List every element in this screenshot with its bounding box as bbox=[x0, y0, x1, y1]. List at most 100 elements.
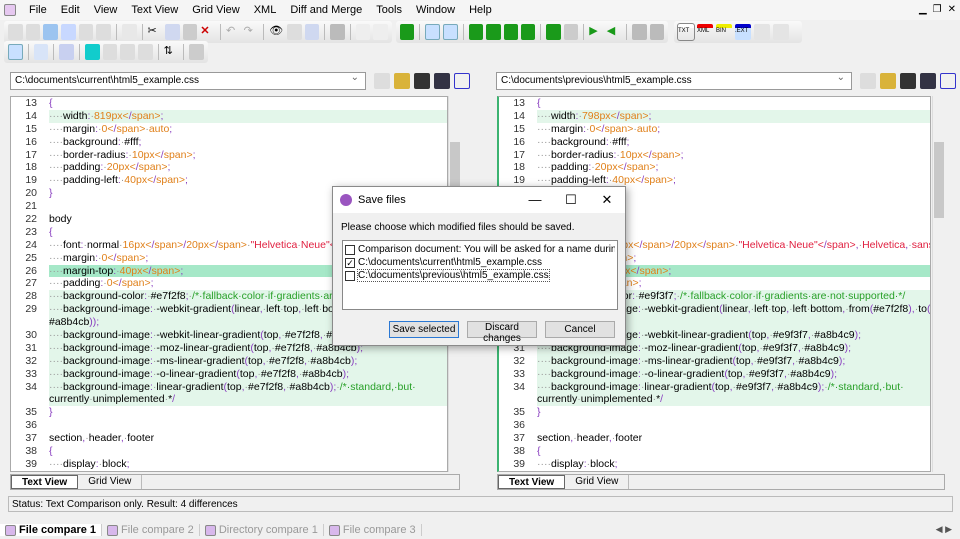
line-number: 39 bbox=[513, 457, 525, 470]
line-number: 33 bbox=[513, 367, 525, 380]
edit-icon[interactable] bbox=[355, 24, 371, 40]
file-list-item[interactable]: C:\documents\previous\html5_example.css bbox=[345, 269, 615, 282]
cut-icon[interactable]: ✂ bbox=[147, 24, 162, 40]
tab-grid-view-right[interactable]: Grid View bbox=[565, 475, 630, 489]
new-binary-compare-icon[interactable] bbox=[78, 24, 94, 40]
right-save-as-icon[interactable] bbox=[920, 73, 936, 89]
menu-edit[interactable]: Edit bbox=[54, 4, 87, 16]
menu-window[interactable]: Window bbox=[409, 4, 462, 16]
redo-icon[interactable]: ↷ bbox=[244, 24, 259, 40]
doc-tab[interactable]: File compare 1 bbox=[0, 524, 103, 536]
tab-text-view-right[interactable]: Text View bbox=[498, 475, 566, 489]
undo-icon[interactable]: ↶ bbox=[226, 24, 241, 40]
file-checkbox[interactable] bbox=[345, 270, 355, 281]
format-xml-button[interactable]: XML bbox=[697, 24, 713, 40]
right-path-field[interactable]: C:\documents\previous\html5_example.css bbox=[496, 72, 852, 90]
dialog-minimize-icon[interactable]: — bbox=[517, 192, 553, 208]
menu-xml[interactable]: XML bbox=[247, 4, 284, 16]
line-text: { bbox=[537, 97, 541, 109]
expand-icon[interactable] bbox=[546, 24, 561, 40]
doc-tab[interactable]: Directory compare 1 bbox=[200, 524, 324, 536]
find-next-icon[interactable] bbox=[286, 24, 302, 40]
right-browse-icon[interactable] bbox=[880, 73, 896, 89]
format-bin-button[interactable]: BIN bbox=[716, 24, 732, 40]
line-number: 36 bbox=[513, 419, 525, 432]
next-diff-icon[interactable] bbox=[468, 24, 484, 40]
right-scrollbar[interactable] bbox=[932, 96, 944, 472]
find-icon[interactable]: 👁 bbox=[269, 24, 284, 40]
restore-icon[interactable]: ❐ bbox=[933, 4, 942, 15]
prev-bookmark-icon[interactable] bbox=[120, 44, 136, 60]
new-compare-icon[interactable] bbox=[8, 24, 23, 40]
menu-help[interactable]: Help bbox=[462, 4, 499, 16]
new-3way-compare-icon[interactable] bbox=[96, 24, 111, 40]
save-selected-button[interactable]: Save selected bbox=[389, 321, 459, 338]
quick-compare-icon[interactable] bbox=[754, 24, 770, 40]
collapse-icon[interactable] bbox=[563, 24, 579, 40]
minimize-icon[interactable]: ▁ bbox=[919, 4, 927, 15]
print-icon[interactable] bbox=[330, 24, 345, 40]
left-reload-icon[interactable] bbox=[454, 73, 470, 89]
options-icon[interactable] bbox=[189, 44, 204, 60]
paste-icon[interactable] bbox=[121, 24, 137, 40]
document-icon[interactable] bbox=[33, 44, 49, 60]
right-open-icon[interactable] bbox=[860, 73, 876, 89]
format-ext-button[interactable]: .EXT bbox=[735, 24, 751, 40]
code-line: currently·unimplemented·*/ bbox=[499, 393, 930, 407]
file-list-item[interactable]: ✓ C:\documents\current\html5_example.css bbox=[345, 256, 615, 269]
file-checkbox[interactable] bbox=[345, 244, 355, 255]
swap-icon[interactable]: ⇅ bbox=[164, 44, 179, 60]
merge-icon[interactable] bbox=[632, 24, 647, 40]
new-xml-compare-icon[interactable] bbox=[43, 24, 58, 40]
start-compare-icon[interactable] bbox=[400, 24, 415, 40]
merge2-icon[interactable] bbox=[649, 24, 664, 40]
replace-icon[interactable] bbox=[304, 24, 320, 40]
edit2-icon[interactable] bbox=[373, 24, 388, 40]
sync-scroll-icon[interactable] bbox=[8, 44, 23, 60]
left-path-field[interactable]: C:\documents\current\html5_example.css bbox=[10, 72, 366, 90]
menu-view[interactable]: View bbox=[87, 4, 125, 16]
menu-file[interactable]: File bbox=[22, 4, 54, 16]
left-open-icon[interactable] bbox=[374, 73, 390, 89]
next-bookmark-icon[interactable] bbox=[102, 44, 118, 60]
copy-left-icon[interactable]: ◀ bbox=[607, 24, 621, 40]
delete-icon[interactable]: ✕ bbox=[200, 24, 215, 40]
copy-icon[interactable] bbox=[165, 24, 180, 40]
menu-grid-view[interactable]: Grid View bbox=[185, 4, 246, 16]
prev-diff-icon[interactable] bbox=[486, 24, 501, 40]
discard-changes-button[interactable]: Discard changes bbox=[467, 321, 537, 344]
doc-tab[interactable]: File compare 3 bbox=[324, 524, 422, 536]
menu-text-view[interactable]: Text View bbox=[124, 4, 185, 16]
line-text: ····border-radius:·10px</span>; bbox=[537, 148, 684, 161]
new-dir-compare-icon[interactable] bbox=[25, 24, 41, 40]
doc-tab[interactable]: File compare 2 bbox=[102, 524, 200, 536]
format-txt-button[interactable]: TXT bbox=[677, 23, 695, 41]
menu-diff-and-merge[interactable]: Diff and Merge bbox=[283, 4, 369, 16]
rules-icon[interactable] bbox=[773, 24, 789, 40]
layout-horizontal-icon[interactable] bbox=[425, 24, 441, 40]
dialog-maximize-icon[interactable]: ☐ bbox=[553, 192, 589, 208]
file-checkbox[interactable]: ✓ bbox=[345, 257, 355, 268]
tab-text-view-left[interactable]: Text View bbox=[11, 475, 79, 489]
paste-icon-2[interactable] bbox=[182, 24, 198, 40]
file-list-item[interactable]: Comparison document: You will be asked f… bbox=[345, 243, 615, 256]
new-word-compare-icon[interactable] bbox=[60, 24, 76, 40]
layout-vertical-icon[interactable] bbox=[443, 24, 458, 40]
clear-bookmarks-icon[interactable] bbox=[138, 44, 153, 60]
close-icon[interactable]: ✕ bbox=[948, 4, 956, 15]
right-save-icon[interactable] bbox=[900, 73, 916, 89]
menu-tools[interactable]: Tools bbox=[369, 4, 409, 16]
line-diff-icon[interactable] bbox=[59, 44, 75, 60]
left-save-as-icon[interactable] bbox=[434, 73, 450, 89]
left-save-icon[interactable] bbox=[414, 73, 430, 89]
tab-grid-view-left[interactable]: Grid View bbox=[78, 475, 143, 489]
tab-scroll-arrows[interactable]: ◀ ▶ bbox=[936, 524, 952, 535]
last-diff-icon[interactable] bbox=[521, 24, 536, 40]
left-browse-icon[interactable] bbox=[394, 73, 410, 89]
cancel-button[interactable]: Cancel bbox=[545, 321, 615, 338]
copy-right-icon[interactable]: ▶ bbox=[589, 24, 603, 40]
first-diff-icon[interactable] bbox=[503, 24, 518, 40]
right-reload-icon[interactable] bbox=[940, 73, 956, 89]
dialog-close-icon[interactable]: ✕ bbox=[589, 192, 625, 208]
bookmark-flag-icon[interactable] bbox=[85, 44, 100, 60]
